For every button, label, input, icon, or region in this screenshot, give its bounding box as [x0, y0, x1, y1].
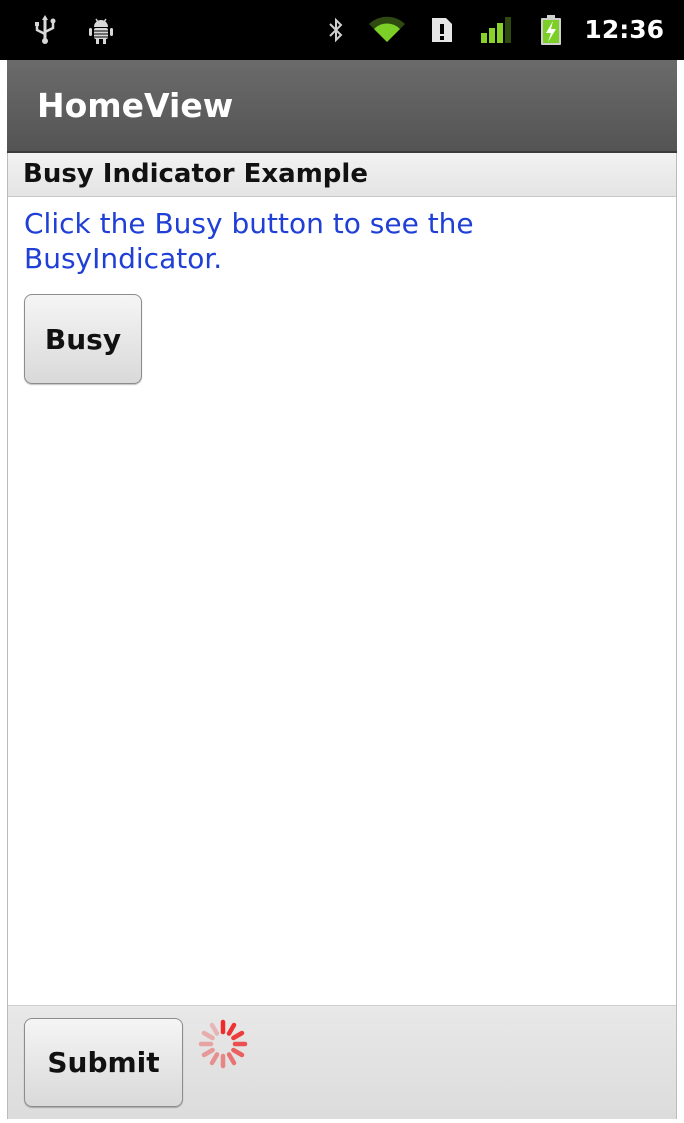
usb-icon: [34, 0, 56, 60]
busy-indicator-icon: [195, 1016, 251, 1072]
wifi-icon: [368, 0, 406, 60]
android-debug-icon: [86, 0, 116, 60]
section-title: Busy Indicator Example: [23, 159, 368, 189]
content-area: Busy Indicator Example Click the Busy bu…: [7, 153, 677, 1119]
busy-button[interactable]: Busy: [24, 294, 142, 384]
status-bar: 12:36: [0, 0, 684, 60]
bottom-toolbar: Submit: [8, 1005, 676, 1119]
status-time: 12:36: [584, 15, 664, 44]
signal-icon: [480, 0, 514, 60]
submit-button[interactable]: Submit: [24, 1018, 183, 1107]
battery-charging-icon: [540, 0, 562, 60]
title-bar: HomeView: [7, 60, 677, 153]
section-header: Busy Indicator Example: [8, 153, 676, 197]
bluetooth-icon: [326, 0, 346, 60]
instructions-text: Click the Busy button to see the BusyInd…: [24, 207, 474, 275]
app-title: HomeView: [37, 86, 234, 125]
sim-alert-icon: [430, 0, 454, 60]
